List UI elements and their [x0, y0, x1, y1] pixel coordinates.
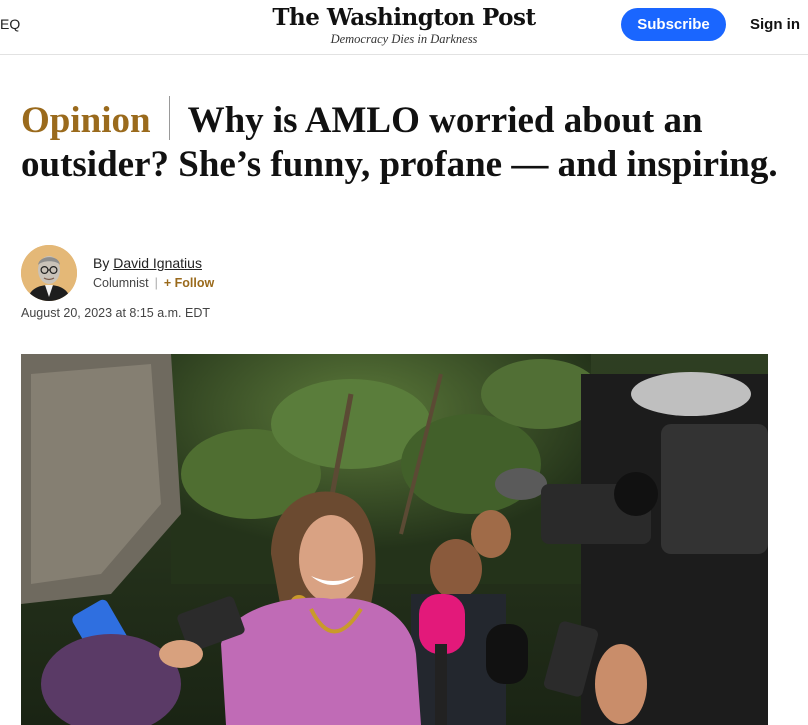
lead-photo[interactable]	[21, 354, 768, 725]
role-separator: |	[154, 276, 158, 290]
author-role-row: Columnist | + Follow	[93, 276, 214, 290]
top-navigation-bar: EQ The Washington Post Democracy Dies in…	[0, 0, 808, 55]
publish-date: August 20, 2023 at 8:15 a.m. EDT	[21, 306, 211, 320]
subscribe-button[interactable]: Subscribe	[621, 8, 726, 41]
byline-prefix: By	[93, 255, 110, 271]
kicker-divider	[168, 96, 170, 140]
follow-button[interactable]: + Follow	[164, 276, 214, 290]
byline: By David Ignatius	[93, 255, 202, 271]
author-avatar[interactable]	[21, 245, 77, 301]
article-headline: Opinion Why is AMLO worried about an outs…	[21, 96, 791, 187]
author-link[interactable]: David Ignatius	[113, 255, 202, 271]
author-role: Columnist	[93, 276, 149, 290]
opinion-kicker[interactable]: Opinion	[21, 100, 151, 141]
sign-in-button[interactable]: Sign in	[750, 16, 800, 33]
